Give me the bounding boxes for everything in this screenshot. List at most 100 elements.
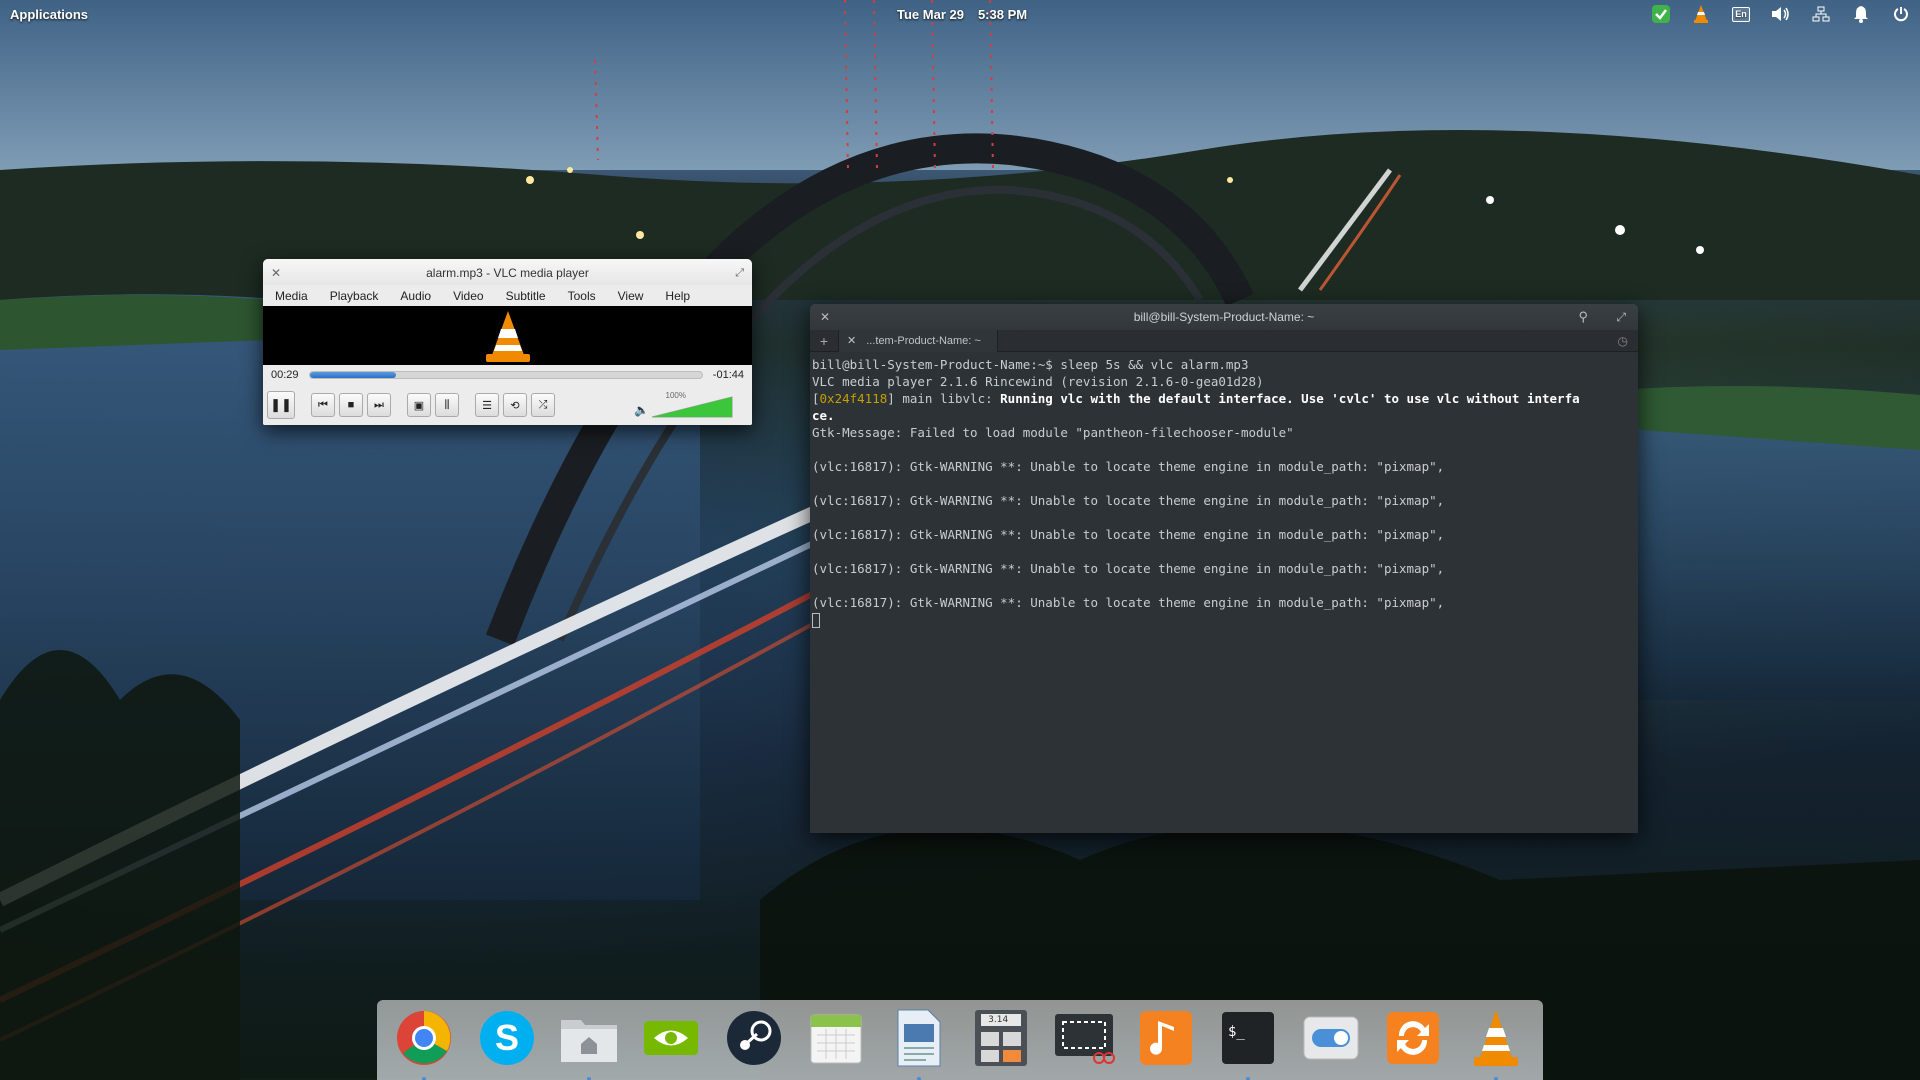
menu-help[interactable]: Help (665, 289, 690, 303)
music-icon (1138, 1009, 1194, 1071)
top-panel: Applications Tue Mar 29 5:38 PM En (0, 0, 1920, 28)
terminal-tabbar: + ✕ ...tem-Product-Name: ~ ◷ (810, 329, 1638, 352)
terminal-window: ✕ bill@bill-System-Product-Name: ~ ⚲ ⤢ +… (810, 304, 1638, 833)
previous-icon: ⏮ (318, 398, 328, 411)
playlist-icon: ☰ (482, 399, 492, 412)
document-viewer-icon (894, 1008, 944, 1072)
search-icon[interactable]: ⚲ (1578, 304, 1588, 330)
dock-item-document-viewer[interactable] (888, 1008, 950, 1080)
terminal-icon: $_ (1220, 1010, 1276, 1070)
calculator-display: 3.14 (988, 1015, 1009, 1025)
keyboard-layout-icon[interactable]: En (1730, 3, 1752, 25)
pause-button[interactable]: ❚❚ (267, 391, 295, 419)
dock-item-calculator[interactable]: 3.14 (970, 1009, 1032, 1071)
loop-icon: ⟲ (510, 399, 520, 412)
elapsed-time: 00:29 (271, 369, 299, 381)
close-icon[interactable]: ✕ (820, 304, 830, 330)
tab-label: ...tem-Product-Name: ~ (866, 334, 981, 347)
menu-playback[interactable]: Playback (330, 289, 379, 303)
dock-item-switchboard[interactable] (1300, 1009, 1362, 1071)
volume-icon[interactable] (1770, 3, 1792, 25)
maximize-icon[interactable]: ⤢ (735, 259, 744, 287)
notifications-icon[interactable] (1850, 3, 1872, 25)
dock-item-skype[interactable]: S (476, 1009, 538, 1071)
applications-menu[interactable]: Applications (10, 7, 88, 22)
dock-item-steam[interactable] (723, 1009, 785, 1071)
menu-view[interactable]: View (618, 289, 644, 303)
terminal-line: VLC media player 2.1.6 Rincewind (revisi… (812, 374, 1264, 389)
menu-tools[interactable]: Tools (568, 289, 596, 303)
nvidia-settings-icon (642, 1013, 700, 1067)
keyboard-layout-label: En (1732, 6, 1750, 22)
remaining-time: -01:44 (712, 369, 744, 381)
dock-item-music[interactable] (1135, 1009, 1197, 1071)
loop-button[interactable]: ⟲ (503, 393, 527, 417)
vlc-icon (1471, 1008, 1521, 1072)
dock-item-nvidia-settings[interactable] (640, 1009, 702, 1071)
playlist-button[interactable]: ☰ (475, 393, 499, 417)
menu-audio[interactable]: Audio (400, 289, 431, 303)
dock-item-chrome[interactable] (393, 1009, 455, 1080)
terminal-line: [0x24f4118] main libvlc: Running vlc wit… (812, 391, 1580, 406)
dock-item-files[interactable] (558, 1009, 620, 1080)
dock-item-calendar[interactable] (805, 1009, 867, 1071)
terminal-tab[interactable]: ✕ ...tem-Product-Name: ~ (838, 329, 998, 352)
dock-item-screenshot[interactable] (1053, 1009, 1115, 1071)
dock-item-terminal[interactable]: $_ (1217, 1009, 1279, 1080)
terminal-output[interactable]: bill@bill-System-Product-Name:~$ sleep 5… (810, 352, 1638, 632)
clock-date: Tue Mar 29 (897, 7, 964, 22)
clock[interactable]: Tue Mar 29 5:38 PM (897, 7, 1027, 22)
extended-settings-button[interactable]: ⫼ (435, 393, 459, 417)
tab-close-icon[interactable]: ✕ (847, 334, 856, 347)
seek-progress (309, 372, 396, 378)
terminal-titlebar[interactable]: ✕ bill@bill-System-Product-Name: ~ ⚲ ⤢ (810, 304, 1638, 330)
volume-slider[interactable]: 100% 🔈 (634, 391, 734, 419)
new-tab-icon[interactable]: + (810, 333, 838, 349)
dock-item-software-updater[interactable] (1382, 1009, 1444, 1071)
vlc-controls: ❚❚ ⏮ ■ ⏭ ▣ ⫼ ☰ ⟲ ⤮ 100% 🔈 (263, 385, 752, 425)
terminal-cursor-line (812, 611, 1636, 628)
fullscreen-button[interactable]: ▣ (407, 393, 431, 417)
seek-slider[interactable] (308, 371, 703, 379)
stop-button[interactable]: ■ (339, 393, 363, 417)
terminal-line: (vlc:16817): Gtk-WARNING **: Unable to l… (812, 527, 1445, 542)
vlc-video-area[interactable] (263, 306, 752, 365)
network-icon[interactable] (1810, 3, 1832, 25)
vlc-titlebar[interactable]: ✕ alarm.mp3 - VLC media player ⤢ (263, 259, 752, 285)
vlc-icon[interactable] (1690, 3, 1712, 25)
menu-subtitle[interactable]: Subtitle (506, 289, 546, 303)
next-button[interactable]: ⏭ (367, 393, 391, 417)
pause-icon: ❚❚ (270, 397, 292, 412)
vlc-window: ✕ alarm.mp3 - VLC media player ⤢ Media P… (263, 259, 752, 425)
close-icon[interactable]: ✕ (271, 259, 281, 287)
terminal-line: (vlc:16817): Gtk-WARNING **: Unable to l… (812, 493, 1445, 508)
power-icon[interactable] (1890, 3, 1912, 25)
history-icon[interactable]: ◷ (1618, 334, 1628, 348)
volume-ramp (651, 396, 733, 418)
menu-video[interactable]: Video (453, 289, 483, 303)
indicator-area: En (1650, 3, 1912, 25)
extended-settings-icon: ⫼ (444, 398, 450, 411)
dock: S 3.14 $_ (377, 1000, 1543, 1080)
maximize-icon[interactable]: ⤢ (1616, 304, 1626, 330)
shuffle-button[interactable]: ⤮ (531, 393, 555, 417)
terminal-line: (vlc:16817): Gtk-WARNING **: Unable to l… (812, 595, 1445, 610)
clock-time: 5:38 PM (977, 7, 1028, 22)
vlc-title: alarm.mp3 - VLC media player (426, 266, 589, 280)
fullscreen-icon: ▣ (413, 399, 425, 412)
skype-icon: S (478, 1009, 536, 1071)
terminal-line: bill@bill-System-Product-Name:~$ sleep 5… (812, 357, 1249, 372)
shield-check-icon[interactable] (1650, 3, 1672, 25)
screenshot-icon (1053, 1010, 1115, 1070)
menu-media[interactable]: Media (275, 289, 308, 303)
switchboard-icon (1302, 1013, 1360, 1067)
svg-text:S: S (495, 1017, 519, 1058)
svg-text:$_: $_ (1228, 1024, 1245, 1040)
terminal-title: bill@bill-System-Product-Name: ~ (1133, 310, 1315, 324)
previous-button[interactable]: ⏮ (311, 393, 335, 417)
vlc-menubar: Media Playback Audio Video Subtitle Tool… (263, 285, 752, 306)
dock-item-vlc[interactable] (1465, 1008, 1527, 1080)
